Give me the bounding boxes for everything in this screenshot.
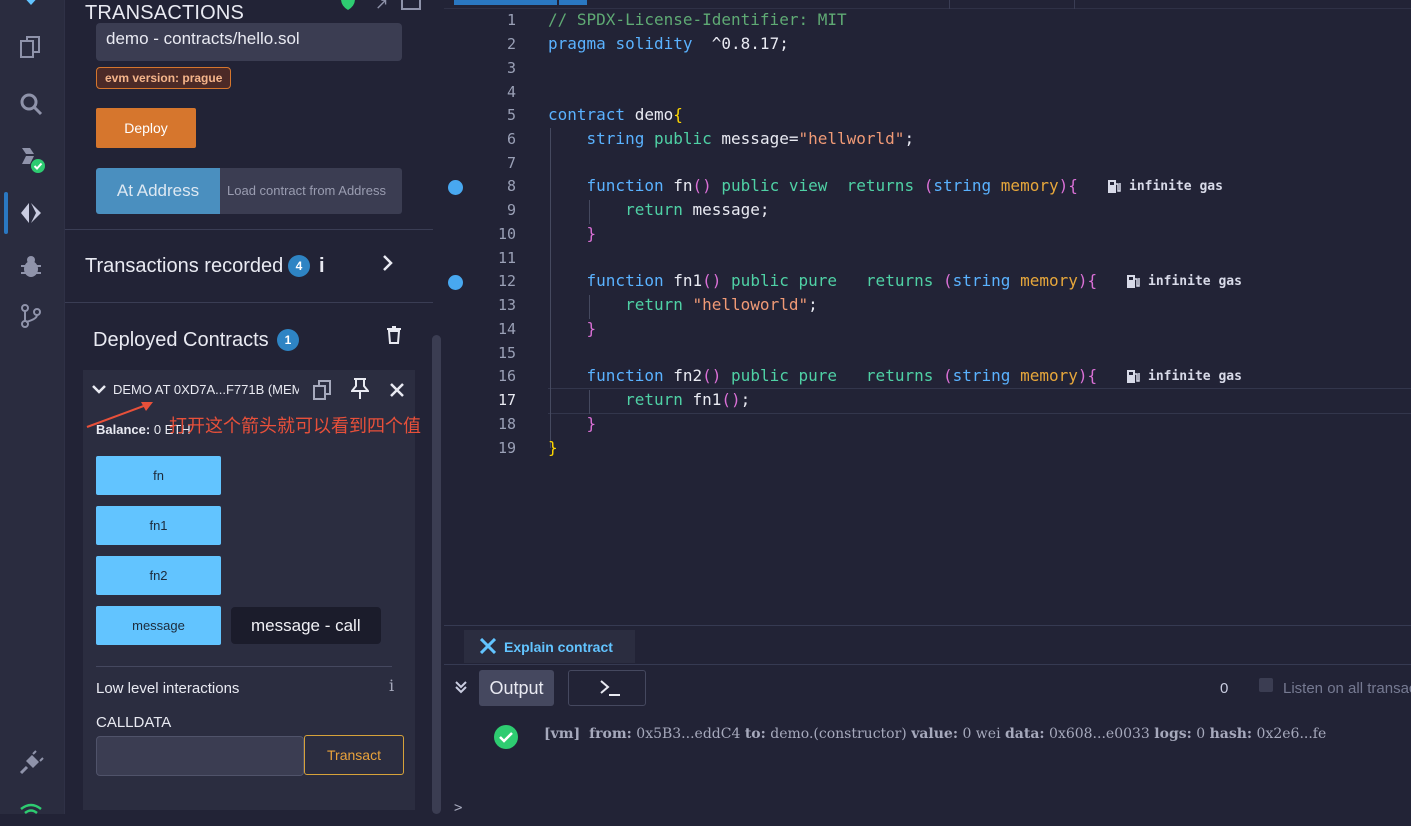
log-hash-label: hash: (1209, 726, 1253, 742)
message-button[interactable]: message (96, 606, 221, 645)
divider (96, 666, 392, 667)
plugin-manager-icon[interactable] (16, 748, 46, 778)
deployed-contracts-count: 1 (277, 329, 299, 351)
breakpoint-marker[interactable] (448, 275, 463, 290)
file-explorer-icon[interactable] (16, 33, 46, 63)
deploy-run-icon[interactable] (16, 198, 46, 228)
terminal-toolbar-divider (444, 664, 1411, 665)
output-tab[interactable]: Output (479, 670, 554, 706)
log-from-label: from: (589, 726, 632, 742)
log-value-label: value: (911, 726, 958, 742)
network-icon[interactable] (16, 796, 46, 826)
log-to-value: demo.(constructor) (770, 726, 907, 742)
terminal-prompt-icon (599, 679, 621, 702)
low-level-label: Low level interactions (96, 680, 240, 697)
contract-select-value: demo - contracts/hello.sol (106, 29, 300, 48)
message-tooltip: message - call (231, 607, 381, 644)
listen-label[interactable]: Listen on all transactions (1283, 680, 1411, 697)
calldata-input[interactable] (96, 736, 304, 776)
log-data-value: 0x608...e0033 (1049, 726, 1150, 742)
log-logs-value: 0 (1196, 726, 1206, 742)
active-indicator (4, 192, 8, 234)
arrow-right-icon[interactable]: ↗ (375, 0, 388, 14)
icon-rail (0, 0, 64, 815)
transactions-recorded-label: Transactions recorded (85, 255, 284, 277)
fn-button[interactable]: fn (96, 456, 221, 495)
terminal-tab[interactable] (568, 670, 646, 706)
gas-estimate: infinite gas (1129, 179, 1223, 194)
log-tag: [vm] (544, 726, 581, 742)
pin-icon[interactable] (349, 378, 371, 405)
gas-pump-icon (1126, 369, 1140, 389)
gas-pump-icon (1107, 179, 1121, 199)
trash-icon[interactable] (386, 326, 402, 349)
fn1-button[interactable]: fn1 (96, 506, 221, 545)
remix-logo-icon[interactable] (18, 0, 44, 6)
solidity-compiler-icon[interactable] (16, 144, 46, 174)
debugger-icon[interactable] (16, 252, 46, 282)
transactions-recorded-row[interactable]: Transactions recorded 4 i (85, 252, 405, 282)
terminal-panel: Explain contract Output 0 Listen on all … (444, 625, 1411, 815)
explain-contract-label: Explain contract (504, 639, 613, 655)
log-from-value: 0x5B3...eddC4 (636, 726, 741, 742)
log-logs-label: logs: (1154, 726, 1192, 742)
shield-check-icon (340, 0, 356, 15)
git-icon[interactable] (16, 301, 46, 331)
search-icon[interactable] (16, 89, 46, 119)
log-hash-value: 0x2e6...fe (1256, 726, 1327, 742)
deployed-contracts-header: Deployed Contracts 1 (93, 326, 413, 356)
deployed-contracts-label: Deployed Contracts (93, 329, 269, 351)
low-level-info-icon[interactable]: i (389, 676, 394, 695)
explain-contract-button[interactable]: Explain contract (464, 630, 635, 663)
log-data-label: data: (1005, 726, 1045, 742)
chevron-right-icon[interactable] (381, 254, 395, 277)
pending-count: 0 (1220, 680, 1229, 697)
contract-select[interactable]: demo - contracts/hello.sol (96, 23, 402, 61)
gas-estimate: infinite gas (1148, 274, 1242, 289)
listen-checkbox[interactable] (1259, 678, 1273, 692)
annotation-arrow (86, 402, 153, 428)
gas-estimate: infinite gas (1148, 369, 1242, 384)
editor-tab-active-2[interactable] (559, 0, 587, 5)
load-contract-input[interactable]: Load contract from Address (220, 168, 402, 214)
divider (65, 302, 433, 303)
docs-icon[interactable] (401, 0, 421, 10)
terminal-prompt[interactable]: > (454, 800, 462, 815)
ai-icon (479, 637, 497, 659)
gas-pump-icon (1126, 274, 1140, 294)
calldata-label: CALLDATA (96, 714, 172, 731)
deploy-button[interactable]: Deploy (96, 108, 196, 148)
panel-scrollbar[interactable] (432, 335, 441, 814)
at-address-button[interactable]: At Address (96, 168, 220, 214)
divider (65, 229, 433, 230)
close-icon[interactable] (389, 382, 405, 403)
fn2-button[interactable]: fn2 (96, 556, 221, 595)
annotation-text: 打开这个箭头就可以看到四个值 (169, 416, 421, 436)
copy-icon[interactable] (313, 380, 331, 405)
editor-tab-divider (1074, 0, 1075, 9)
transact-button[interactable]: Transact (304, 735, 404, 775)
log-to-label: to: (744, 726, 766, 742)
panel-header: TRANSACTIONS (85, 2, 245, 24)
log-value-value: 0 wei (962, 726, 1001, 742)
breakpoint-marker[interactable] (448, 180, 463, 195)
transactions-recorded-count: 4 (288, 255, 310, 277)
evm-version-badge: evm version: prague (96, 67, 232, 89)
tooltip-text: message - call (251, 616, 361, 635)
info-icon[interactable]: i (319, 255, 325, 278)
deploy-run-panel: TRANSACTIONS ↗ demo - contracts/hello.so… (64, 0, 446, 814)
chevron-collapse-icon[interactable] (454, 680, 468, 699)
success-check-icon (493, 724, 519, 755)
transaction-log-line[interactable]: [vm] from: 0x5B3...eddC4 to: demo.(const… (544, 726, 1326, 742)
editor-tab-active[interactable] (454, 0, 557, 5)
editor-tab-divider (949, 0, 950, 9)
code-editor[interactable]: 1// SPDX-License-Identifier: MIT 2 pragma… (444, 0, 1411, 625)
